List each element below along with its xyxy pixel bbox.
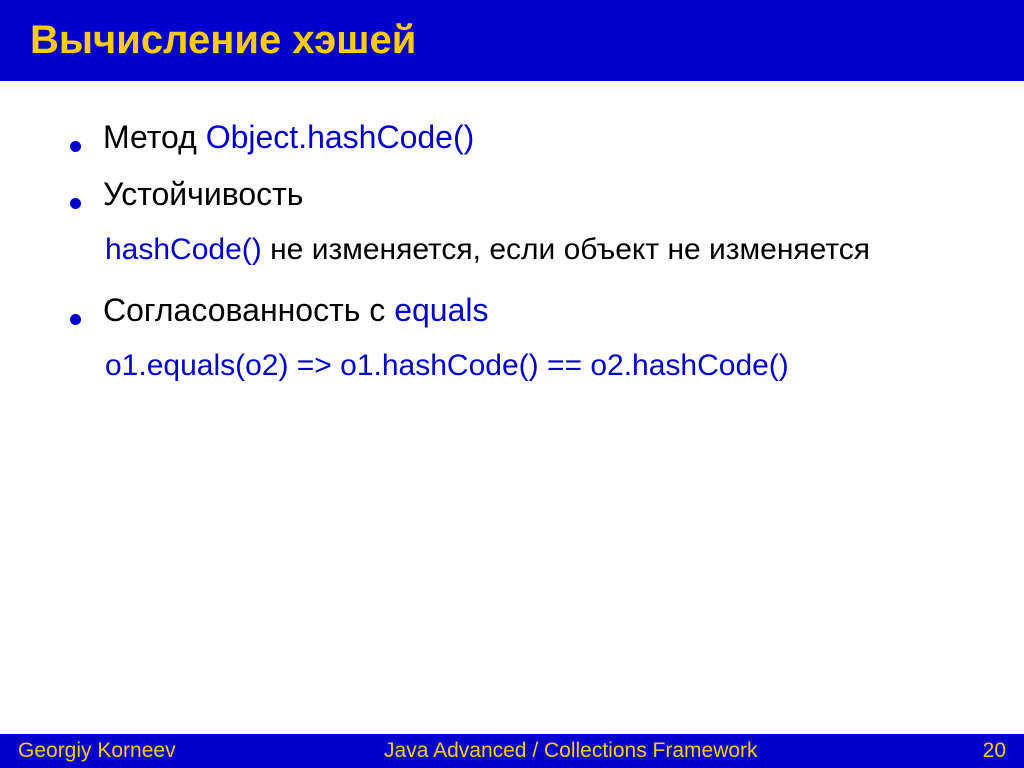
subline-3: o1.equals(o2) => o1.hashCode() == o2.has… [105, 346, 974, 387]
bullet-item-2: Устойчивость [70, 173, 974, 216]
bullet-text-1: Метод Object.hashCode() [103, 116, 474, 159]
text-code: o1.equals(o2) => o1.hashCode() == o2.has… [105, 349, 789, 382]
bullet-icon [70, 141, 81, 152]
footer-course: Java Advanced / Collections Framework [176, 739, 966, 763]
text-code: equals [394, 292, 488, 328]
text-plain: Метод [103, 119, 206, 155]
text-plain: Согласованность с [103, 292, 394, 328]
subline-2: hashCode() не изменяется, если объект не… [105, 230, 974, 271]
bullet-item-3: Согласованность с equals [70, 289, 974, 332]
footer-page: 20 [966, 739, 1006, 763]
bullet-icon [70, 314, 81, 325]
bullet-text-2: Устойчивость [103, 173, 303, 216]
bullet-icon [70, 198, 81, 209]
slide-title: Вычисление хэшей [30, 18, 1004, 63]
slide-content: Метод Object.hashCode() Устойчивость has… [0, 81, 1024, 734]
footer-author: Georgiy Korneev [18, 739, 176, 763]
text-code: hashCode() [105, 233, 262, 266]
slide-footer: Georgiy Korneev Java Advanced / Collecti… [0, 734, 1024, 768]
slide-header: Вычисление хэшей [0, 0, 1024, 81]
bullet-text-3: Согласованность с equals [103, 289, 488, 332]
text-plain: не изменяется, если объект не изменяется [262, 233, 870, 266]
bullet-item-1: Метод Object.hashCode() [70, 116, 974, 159]
text-plain: Устойчивость [103, 176, 303, 212]
text-code: Object.hashCode() [206, 119, 475, 155]
slide: Вычисление хэшей Метод Object.hashCode()… [0, 0, 1024, 768]
